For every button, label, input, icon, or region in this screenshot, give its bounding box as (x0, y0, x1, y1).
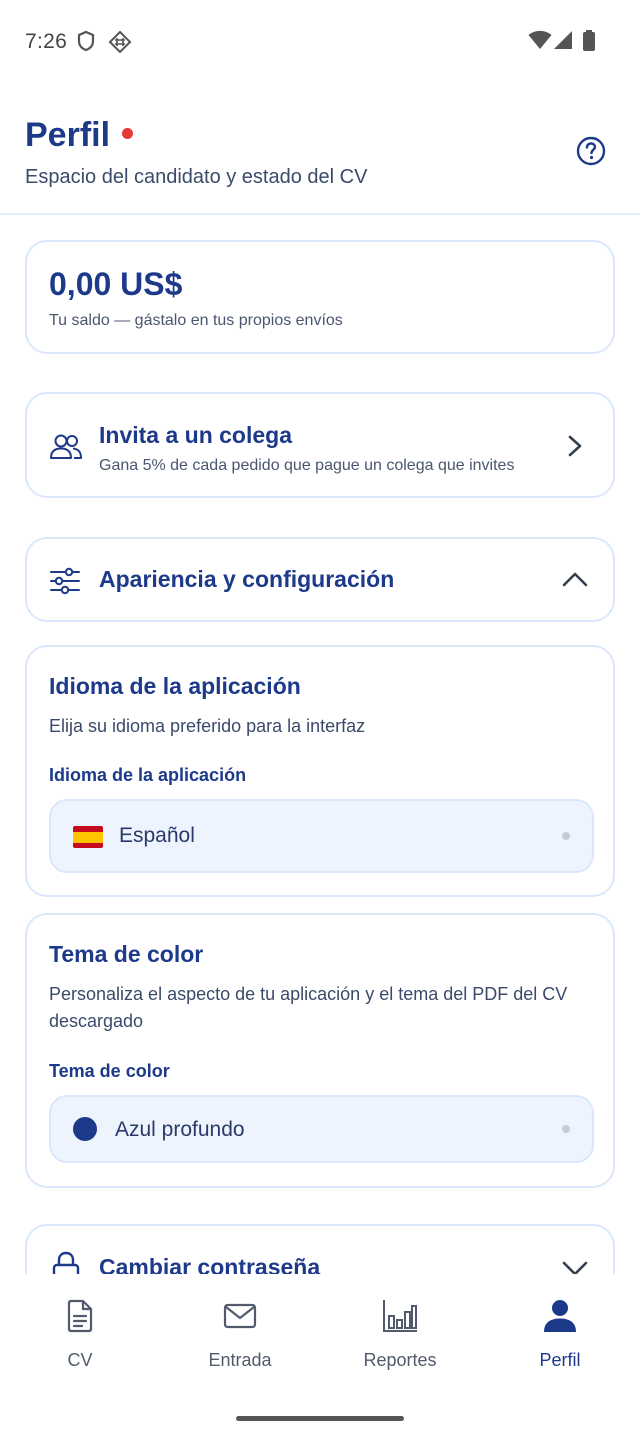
invite-title: Invita a un colega (99, 422, 292, 448)
document-icon (67, 1299, 93, 1333)
theme-select[interactable]: Azul profundo (49, 1095, 594, 1163)
theme-color-swatch (73, 1117, 97, 1141)
appearance-settings-title: Apariencia y configuración (99, 566, 395, 592)
hash-icon (108, 30, 132, 54)
nav-item-entrada[interactable]: Entrada (180, 1298, 300, 1378)
theme-description: Personaliza el aspecto de tu aplicación … (49, 984, 568, 1031)
page-subtitle: Espacio del candidato y estado del CV (25, 166, 368, 188)
invite-subtitle: Gana 5% de cada pedido que pague un cole… (99, 457, 515, 474)
nav-label-entrada: Entrada (208, 1350, 272, 1370)
dropdown-indicator-icon (562, 1125, 570, 1133)
theme-selected-value: Azul profundo (115, 1118, 245, 1141)
language-section: Idioma de la aplicación Elija su idioma … (25, 645, 615, 897)
balance-amount: 0,00 US$ (49, 266, 183, 302)
nav-label-cv: CV (67, 1350, 93, 1370)
spain-flag-icon (73, 826, 103, 848)
users-icon (50, 434, 82, 459)
language-selected-value: Español (119, 824, 195, 847)
bottom-navigation: CV Entrada Reportes Perfil (0, 1274, 640, 1437)
person-icon (544, 1300, 576, 1332)
wifi-icon (528, 30, 552, 49)
appearance-settings-toggle[interactable]: Apariencia y configuración (25, 537, 615, 622)
sliders-icon (50, 567, 80, 595)
invite-colleague-card[interactable]: Invita a un colega Gana 5% de cada pedid… (25, 392, 615, 498)
language-select[interactable]: Español (49, 799, 594, 873)
theme-title: Tema de color (49, 941, 204, 967)
nav-item-reportes[interactable]: Reportes (340, 1298, 460, 1378)
theme-field-label: Tema de color (49, 1061, 170, 1081)
balance-note: Tu saldo — gástalo en tus propios envíos (49, 312, 343, 329)
balance-card: 0,00 US$ Tu saldo — gástalo en tus propi… (25, 240, 615, 354)
battery-icon (583, 30, 595, 51)
bar-chart-icon (383, 1300, 417, 1332)
status-time: 7:26 (25, 30, 68, 53)
nav-label-perfil: Perfil (539, 1350, 581, 1370)
theme-section: Tema de color Personaliza el aspecto de … (25, 913, 615, 1188)
mail-icon (223, 1303, 257, 1329)
nav-item-cv[interactable]: CV (20, 1298, 140, 1378)
chevron-right-icon (568, 435, 582, 457)
language-description: Elija su idioma preferido para la interf… (49, 716, 366, 736)
home-indicator[interactable] (236, 1416, 404, 1421)
help-circle-icon[interactable] (576, 136, 606, 166)
page-title: Perfil (25, 116, 111, 154)
shield-icon (77, 30, 95, 52)
language-title: Idioma de la aplicación (49, 673, 301, 699)
nav-label-reportes: Reportes (363, 1350, 437, 1370)
dropdown-indicator-icon (562, 832, 570, 840)
page-header: Perfil Espacio del candidato y estado de… (0, 84, 640, 215)
chevron-up-icon (562, 572, 588, 587)
notification-dot (122, 128, 133, 139)
language-field-label: Idioma de la aplicación (49, 765, 247, 785)
signal-icon (554, 31, 572, 49)
status-bar: 7:26 (0, 0, 640, 84)
nav-item-perfil[interactable]: Perfil (500, 1298, 620, 1378)
